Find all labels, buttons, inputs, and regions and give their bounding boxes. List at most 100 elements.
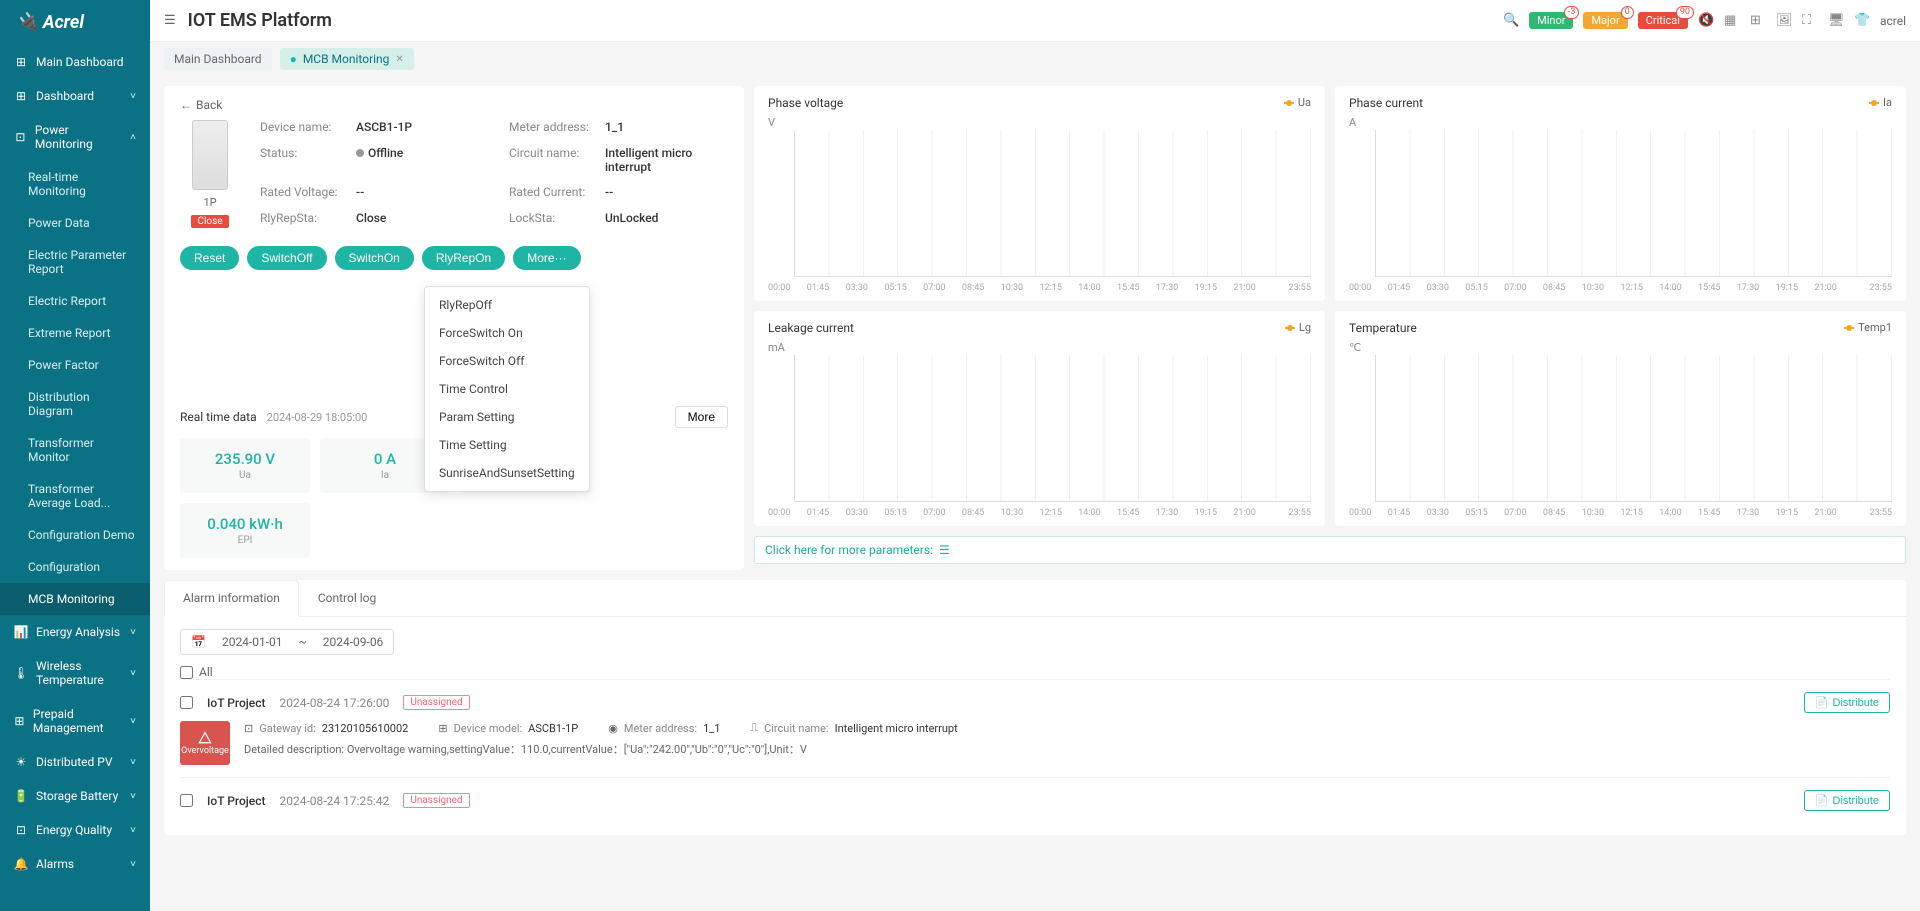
sidebar-item-wireless-temperature[interactable]: 🌡Wireless Temperature˅: [0, 649, 150, 697]
label-status: Status:: [260, 146, 350, 178]
sidebar-sub-transformer-monitor[interactable]: Transformer Monitor: [0, 427, 150, 473]
nav-icon: 🔔: [14, 857, 28, 871]
select-all-checkbox[interactable]: [180, 666, 193, 679]
alarm-item: IoT Project 2024-08-24 17:26:00 Unassign…: [180, 679, 1890, 777]
sidebar-sub-transformer-average-load-[interactable]: Transformer Average Load...: [0, 473, 150, 519]
value-circuit: Intelligent micro interrupt: [835, 722, 958, 735]
action-more--button[interactable]: More···: [513, 246, 580, 270]
sidebar-sub-distribution-diagram[interactable]: Distribution Diagram: [0, 381, 150, 427]
sidebar-sub-electric-report[interactable]: Electric Report: [0, 285, 150, 317]
chart-title: Phase voltage: [768, 96, 1311, 110]
realtime-tile-ua: 235.90 VUa: [180, 438, 310, 493]
badge-major[interactable]: Major0: [1583, 12, 1627, 29]
sidebar-sub-extreme-report[interactable]: Extreme Report: [0, 317, 150, 349]
tab-main-dashboard[interactable]: Main Dashboard: [164, 48, 272, 70]
sidebar-item-distributed-pv[interactable]: ☀Distributed PV˅: [0, 745, 150, 779]
sidebar-sub-real-time-monitoring[interactable]: Real-time Monitoring: [0, 161, 150, 207]
sidebar-item-prepaid-management[interactable]: ⊞Prepaid Management˅: [0, 697, 150, 745]
sidebar-item-alarms[interactable]: 🔔Alarms˅: [0, 847, 150, 881]
nav-icon: 📊: [14, 625, 28, 639]
sidebar-item-dashboard[interactable]: ⊞Dashboard˅: [0, 79, 150, 113]
user-label[interactable]: acrel: [1880, 14, 1906, 28]
distribute-button[interactable]: 📄Distribute: [1804, 692, 1890, 713]
tab-close-icon[interactable]: ✕: [395, 54, 403, 65]
tab-mcb-monitoring[interactable]: ● MCB Monitoring✕: [280, 48, 414, 70]
badge-minor[interactable]: Minor-3: [1529, 12, 1573, 29]
alarm-section: Alarm informationControl log 📅 2024-01-0…: [164, 580, 1906, 835]
image-icon[interactable]: 🖼: [1776, 13, 1792, 29]
sidebar-sub-power-factor[interactable]: Power Factor: [0, 349, 150, 381]
sidebar-item-energy-quality[interactable]: ⊡Energy Quality˅: [0, 813, 150, 847]
alarm-tab-alarm-information[interactable]: Alarm information: [164, 580, 299, 617]
sidebar-item-storage-battery[interactable]: 🔋Storage Battery˅: [0, 779, 150, 813]
fullscreen-icon[interactable]: ⛶: [1802, 13, 1818, 29]
nav-icon: ⊞: [14, 55, 28, 69]
label-device-name: Device name:: [260, 120, 350, 138]
dropdown-item-sunriseandsunsetsetting[interactable]: SunriseAndSunsetSetting: [425, 459, 589, 487]
alarm-checkbox[interactable]: [180, 696, 193, 709]
dropdown-item-param-setting[interactable]: Param Setting: [425, 403, 589, 431]
realtime-more-button[interactable]: More: [675, 406, 728, 428]
chart-plot-area: [794, 130, 1311, 277]
dropdown-item-forceswitch-on[interactable]: ForceSwitch On: [425, 319, 589, 347]
dropdown-item-time-control[interactable]: Time Control: [425, 375, 589, 403]
qr-icon[interactable]: ▦: [1724, 13, 1740, 29]
badge-critical[interactable]: Critical90: [1638, 12, 1688, 29]
sidebar-sub-mcb-monitoring[interactable]: MCB Monitoring: [0, 583, 150, 615]
sidebar-sub-power-data[interactable]: Power Data: [0, 207, 150, 239]
alarm-time: 2024-08-24 17:26:00: [279, 696, 389, 710]
monitor-icon[interactable]: 🖥: [1828, 13, 1844, 29]
nav-icon: ⊞: [14, 714, 25, 728]
alarm-status-badge: Unassigned: [403, 793, 469, 808]
tile-value: 0.040 kW·h: [200, 515, 290, 533]
nav-icon: 🌡: [14, 666, 28, 680]
label-meter: Meter address:: [624, 722, 697, 735]
date-sep: ~: [299, 635, 307, 649]
sidebar-sub-configuration-demo[interactable]: Configuration Demo: [0, 519, 150, 551]
alarm-checkbox[interactable]: [180, 794, 193, 807]
search-icon[interactable]: 🔍: [1503, 13, 1519, 29]
action-rlyrepon-button[interactable]: RlyRepOn: [422, 246, 505, 270]
chart-unit: V: [768, 116, 775, 129]
chart-unit: A: [1349, 116, 1356, 129]
sidebar-item-main-dashboard[interactable]: ⊞Main Dashboard: [0, 45, 150, 79]
label-model: Device model:: [454, 722, 523, 735]
chart-plot-area: [1375, 130, 1892, 277]
more-params-link[interactable]: Click here for more parameters: ☰: [754, 536, 1906, 564]
more-dropdown: RlyRepOffForceSwitch OnForceSwitch OffTi…: [424, 286, 590, 492]
chevron-down-icon: ˅: [130, 825, 136, 836]
sidebar-item-energy-analysis[interactable]: 📊Energy Analysis˅: [0, 615, 150, 649]
chevron-down-icon: ˅: [130, 627, 136, 638]
action-switchon-button[interactable]: SwitchOn: [335, 246, 414, 270]
chart-phase-current: Phase current Ia A 00:0001:4503:3005:150…: [1335, 86, 1906, 301]
date-range-picker[interactable]: 📅 2024-01-01 ~ 2024-09-06: [180, 629, 394, 655]
dropdown-item-forceswitch-off[interactable]: ForceSwitch Off: [425, 347, 589, 375]
sidebar-sub-electric-parameter-report[interactable]: Electric Parameter Report: [0, 239, 150, 285]
dropdown-item-rlyrepoff[interactable]: RlyRepOff: [425, 291, 589, 319]
sidebar-sub-configuration[interactable]: Configuration: [0, 551, 150, 583]
chart-legend: Lg: [1285, 321, 1311, 334]
realtime-tile-epi: 0.040 kW·hEPI: [180, 503, 310, 558]
shirt-icon[interactable]: 👕: [1854, 13, 1870, 29]
chart-plot-area: [794, 355, 1311, 502]
menu-toggle-icon[interactable]: ☰: [164, 13, 176, 28]
chevron-down-icon: ˅: [130, 757, 136, 768]
distribute-button[interactable]: 📄Distribute: [1804, 790, 1890, 811]
grid-icon[interactable]: ⊞: [1750, 13, 1766, 29]
chevron-down-icon: ˅: [130, 716, 136, 727]
dropdown-item-time-setting[interactable]: Time Setting: [425, 431, 589, 459]
chevron-up-icon: ˄: [130, 132, 136, 143]
select-all-label: All: [199, 665, 213, 679]
alarm-tab-control-log[interactable]: Control log: [299, 580, 395, 616]
label-circuit: Circuit name:: [764, 722, 829, 735]
nav-icon: 🔋: [14, 789, 28, 803]
value-circuit: Intelligent micro interrupt: [605, 146, 728, 178]
doc-icon: 📄: [1815, 794, 1829, 807]
label-meter-addr: Meter address:: [509, 120, 599, 138]
action-switchoff-button[interactable]: SwitchOff: [247, 246, 326, 270]
action-reset-button[interactable]: Reset: [180, 246, 239, 270]
back-button[interactable]: ← Back: [180, 98, 728, 112]
mute-icon[interactable]: 🔇: [1698, 13, 1714, 29]
label-gateway: Gateway id:: [259, 722, 316, 735]
sidebar-item-power-monitoring[interactable]: ⊡Power Monitoring˄: [0, 113, 150, 161]
